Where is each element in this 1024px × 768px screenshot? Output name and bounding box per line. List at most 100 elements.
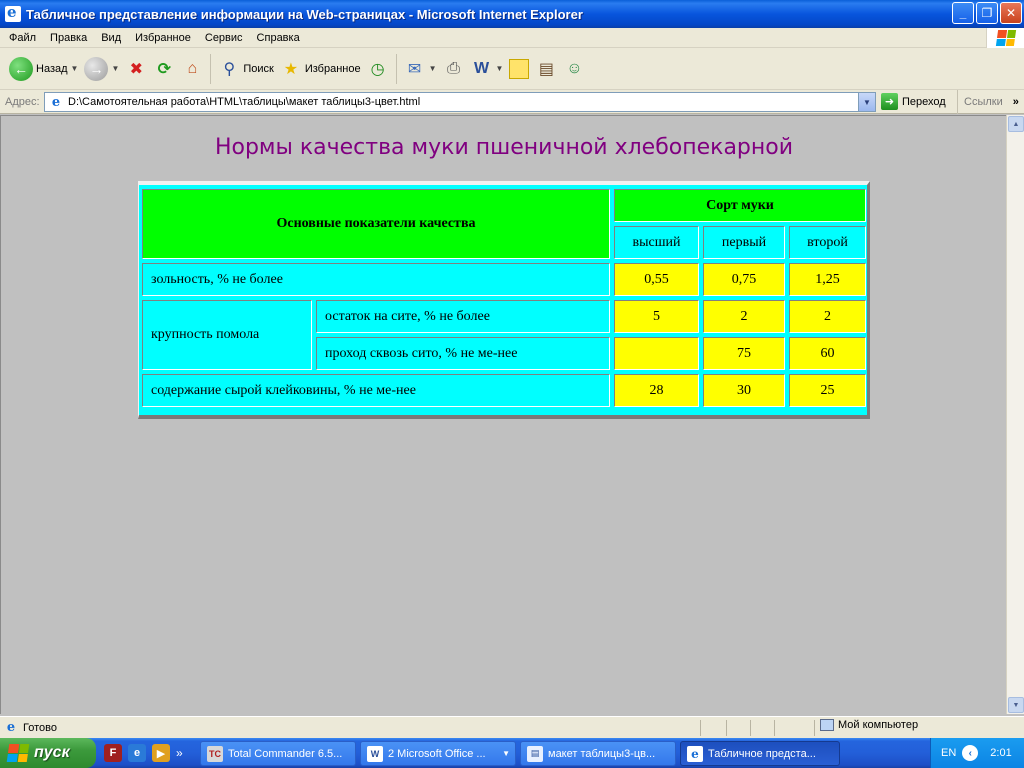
menu-edit[interactable]: Правка	[43, 32, 94, 44]
back-dropdown-icon[interactable]: ▼	[71, 64, 79, 73]
computer-icon	[820, 719, 834, 731]
search-icon: ⚲	[223, 60, 236, 78]
tray-expand-icon[interactable]: ‹	[962, 745, 979, 761]
value-cell: 75	[703, 337, 785, 370]
task-total-commander[interactable]: TC Total Commander 6.5...	[200, 741, 356, 766]
media-player-icon[interactable]: ▶	[152, 744, 170, 762]
edit-button[interactable]: W ▼	[468, 52, 507, 86]
mail-icon: ✉	[407, 60, 422, 78]
task-internet-explorer[interactable]: e Табличное предста...	[680, 741, 840, 766]
address-input[interactable]: e D:\Самотоятельная работа\HTML\таблицы\…	[44, 92, 876, 112]
forward-dropdown-icon[interactable]: ▼	[111, 64, 119, 73]
address-value[interactable]: D:\Самотоятельная работа\HTML\таблицы\ма…	[68, 96, 420, 108]
home-button[interactable]: ⌂	[178, 52, 206, 86]
task-notepad[interactable]: ▤ макет таблицы3-цв...	[520, 741, 676, 766]
status-separator	[750, 720, 751, 736]
menu-bar: Файл Правка Вид Избранное Сервис Справка	[0, 28, 1024, 48]
row-grind-sub2-label: проход сквозь сито, % не ме-нее	[316, 337, 610, 370]
status-bar: e Готово Мой компьютер	[0, 716, 1024, 738]
taskbar: пуск F e ▶ » TC Total Commander 6.5... W…	[0, 738, 1024, 768]
address-dropdown-icon[interactable]: ▼	[858, 93, 875, 111]
forward-arrow-icon: →	[84, 56, 109, 81]
note-icon	[509, 58, 530, 79]
ie-icon[interactable]: e	[128, 744, 146, 762]
links-chevron-icon[interactable]: »	[1013, 96, 1019, 108]
research-button[interactable]: ▤	[532, 52, 560, 86]
mail-button[interactable]: ✉ ▼	[401, 52, 440, 86]
clock: 2:01	[990, 747, 1012, 759]
task-label: Total Commander 6.5...	[228, 747, 343, 760]
discuss-button[interactable]	[506, 52, 532, 86]
refresh-icon: ⟳	[157, 60, 172, 78]
zone-label: Мой компьютер	[838, 719, 919, 731]
value-cell: 5	[614, 300, 699, 333]
ie-icon: e	[687, 745, 703, 762]
vertical-scrollbar[interactable]: ▲ ▼	[1006, 115, 1024, 714]
close-button[interactable]: ✕	[1000, 2, 1022, 24]
security-zone: Мой компьютер	[820, 719, 918, 731]
printer-icon: ⎙	[447, 59, 460, 77]
back-label: Назад	[36, 62, 68, 75]
scroll-up-icon[interactable]: ▲	[1008, 116, 1024, 132]
stop-icon: ✖	[129, 60, 144, 78]
back-button[interactable]: ← Назад ▼	[6, 52, 81, 86]
menu-view[interactable]: Вид	[94, 32, 128, 44]
status-separator	[700, 720, 701, 736]
forward-button[interactable]: → ▼	[81, 52, 122, 86]
stop-button[interactable]: ✖	[122, 52, 150, 86]
menu-tools[interactable]: Сервис	[198, 32, 250, 44]
task-label: Табличное предста...	[708, 747, 816, 760]
page-content: Нормы качества муки пшеничной хлебопекар…	[0, 115, 1006, 714]
menu-file[interactable]: Файл	[0, 32, 43, 44]
menu-favorites[interactable]: Избранное	[128, 32, 198, 44]
history-button[interactable]: ◷	[364, 52, 392, 86]
status-separator	[726, 720, 727, 736]
mail-dropdown-icon[interactable]: ▼	[429, 64, 437, 73]
toolbar-separator	[395, 53, 397, 84]
task-label: макет таблицы3-цв...	[548, 747, 656, 760]
messenger-icon: ☺	[566, 59, 583, 77]
grade-second: второй	[789, 226, 866, 259]
address-bar: Адрес: e D:\Самотоятельная работа\HTML\т…	[0, 90, 1024, 114]
scroll-down-icon[interactable]: ▼	[1008, 697, 1024, 713]
total-commander-icon: TC	[207, 745, 223, 762]
address-label: Адрес:	[5, 95, 40, 108]
quick-launch-chevron-icon[interactable]: »	[176, 746, 183, 760]
page-status-icon: e	[6, 720, 16, 735]
group-dropdown-icon: ▼	[502, 749, 510, 758]
start-label: пуск	[34, 744, 70, 761]
history-icon: ◷	[370, 60, 385, 78]
page-title: Нормы качества муки пшеничной хлебопекар…	[214, 135, 794, 160]
go-arrow-icon: ➜	[881, 93, 898, 110]
windows-flag-icon	[6, 744, 30, 762]
start-button[interactable]: пуск	[0, 738, 96, 768]
value-cell: 25	[789, 374, 866, 407]
refresh-button[interactable]: ⟳	[150, 52, 178, 86]
far-manager-icon[interactable]: F	[104, 744, 122, 762]
value-cell: 1,25	[789, 263, 866, 296]
value-cell: 28	[614, 374, 699, 407]
row-grind-sub1-label: остаток на сите, % не более	[316, 300, 610, 333]
language-indicator[interactable]: EN	[941, 747, 956, 759]
maximize-button[interactable]: ❐	[976, 2, 998, 24]
value-cell: 30	[703, 374, 785, 407]
task-word-group[interactable]: W 2 Microsoft Office ... ▼	[360, 741, 516, 766]
title-bar: Табличное представление информации на We…	[0, 0, 1024, 28]
minimize-button[interactable]: _	[952, 2, 974, 24]
go-label: Переход	[902, 95, 946, 108]
search-button[interactable]: ⚲ Поиск	[215, 52, 276, 86]
research-icon: ▤	[538, 60, 555, 78]
header-grade: Сорт муки	[614, 189, 866, 222]
print-button[interactable]: ⎙	[440, 52, 468, 86]
favorites-button[interactable]: ★ Избранное	[277, 52, 364, 86]
links-toolbar[interactable]: Ссылки »	[957, 90, 1019, 114]
system-tray: EN ‹ 2:01	[930, 738, 1024, 768]
value-cell: 0,55	[614, 263, 699, 296]
edit-dropdown-icon[interactable]: ▼	[496, 64, 504, 73]
windows-logo	[986, 28, 1024, 48]
go-button[interactable]: ➜ Переход	[881, 93, 946, 110]
messenger-button[interactable]: ☺	[560, 52, 588, 86]
menu-help[interactable]: Справка	[250, 32, 307, 44]
page-icon: e	[51, 94, 61, 110]
row-ash-label: зольность, % не более	[142, 263, 610, 296]
